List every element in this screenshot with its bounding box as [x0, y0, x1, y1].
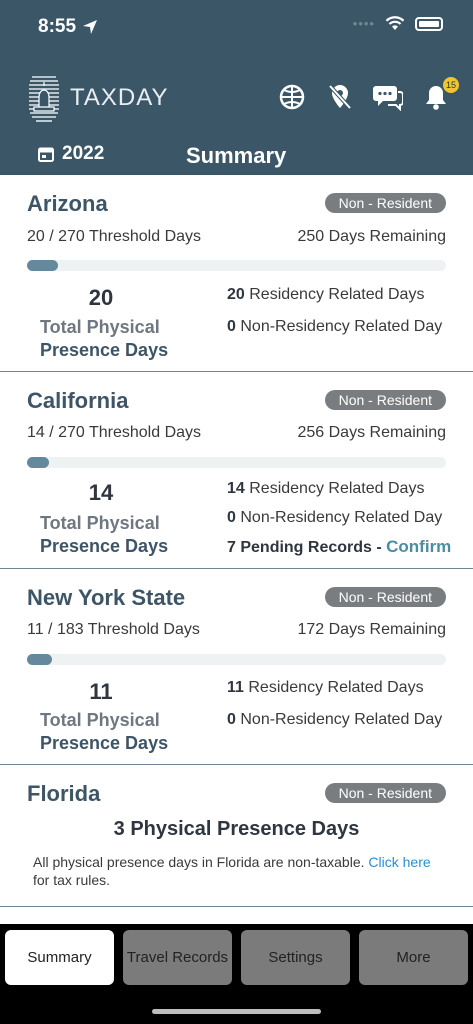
state-card-florida[interactable]: Florida Non - Resident 3 Physical Presen… [0, 765, 473, 907]
tax-rules-link[interactable]: Click here [368, 854, 430, 870]
residency-status-badge: Non - Resident [324, 587, 446, 607]
tab-settings[interactable]: Settings [241, 930, 350, 985]
total-label-line2: Presence Days [40, 340, 169, 360]
location-off-button[interactable] [325, 82, 355, 112]
tab-travel-records[interactable]: Travel Records [123, 930, 232, 985]
physical-presence-count: 3 [113, 818, 125, 840]
state-name: Arizona [27, 191, 108, 216]
status-bar-time: 8:55 [38, 16, 98, 38]
non-residency-days: 0 Non-Residency Related Day [227, 711, 443, 728]
year-label: 2022 [62, 143, 105, 164]
pending-records: 7 Pending Records - Confirm [227, 537, 452, 556]
page-title: Summary [186, 143, 287, 168]
threshold-progress-bar [27, 260, 446, 271]
header-actions: 15 [277, 77, 459, 112]
calendar-icon [38, 147, 54, 162]
residency-status-badge: Non - Resident [324, 390, 446, 410]
state-card-arizona[interactable]: Arizona Non - Resident 20 / 270 Threshol… [0, 175, 473, 372]
residency-status-badge: Non - Resident [324, 783, 446, 803]
status-bar-right: •••• [353, 16, 443, 31]
total-label-line2: Presence Days [40, 536, 169, 556]
state-name: New York State [27, 585, 186, 610]
total-label-line1: Total Physical [40, 710, 160, 730]
summary-list: Arizona Non - Resident 20 / 270 Threshol… [0, 175, 473, 907]
days-remaining: 172 Days Remaining [297, 621, 446, 638]
battery-icon [415, 16, 443, 31]
total-label-line1: Total Physical [40, 317, 160, 337]
physical-presence-label: Physical Presence Days [130, 818, 360, 840]
days-remaining: 256 Days Remaining [297, 424, 446, 441]
threshold-days: 20 / 270 Threshold Days [27, 228, 202, 245]
florida-tax-note: All physical presence days in Florida ar… [33, 854, 431, 888]
threshold-progress-bar [27, 457, 446, 468]
total-days-count: 20 [88, 285, 114, 310]
total-days-count: 11 [89, 679, 113, 704]
state-name: Florida [27, 781, 101, 806]
year-selector[interactable]: 2022 [38, 143, 104, 165]
threshold-progress-fill [27, 654, 53, 665]
app-logo: TAXDAY [28, 73, 168, 123]
home-indicator [152, 1009, 321, 1014]
cellular-signal-icon: •••• [352, 16, 375, 31]
total-label-line2: Presence Days [40, 733, 169, 753]
non-residency-days: 0 Non-Residency Related Day [227, 318, 443, 335]
globe-icon [279, 84, 305, 110]
chat-bubbles-icon [373, 86, 403, 111]
residency-days: 14 Residency Related Days [227, 480, 425, 497]
non-residency-days: 0 Non-Residency Related Day [227, 509, 443, 526]
total-label-line1: Total Physical [40, 513, 160, 533]
app-header: 8:55 •••• TAXDAY 15 2022 Summary [0, 0, 473, 175]
tab-summary[interactable]: Summary [5, 930, 114, 985]
residency-days: 20 Residency Related Days [227, 286, 425, 303]
total-days-count: 14 [88, 480, 114, 505]
confirm-link[interactable]: Confirm [386, 537, 451, 556]
residency-days: 11 Residency Related Days [227, 679, 424, 696]
physical-presence-summary: 3 Physical Presence Days [0, 818, 473, 841]
residency-status-badge: Non - Resident [324, 193, 446, 213]
wifi-icon [385, 16, 405, 30]
location-off-icon [328, 84, 352, 110]
days-remaining: 250 Days Remaining [297, 228, 446, 245]
state-card-new-york[interactable]: New York State Non - Resident 11 / 183 T… [0, 569, 473, 765]
state-name: California [27, 388, 129, 413]
chat-button[interactable] [373, 82, 403, 112]
logo-text: TAXDAY [70, 84, 169, 111]
threshold-days: 11 / 183 Threshold Days [27, 621, 200, 638]
threshold-progress-fill [27, 260, 58, 271]
notification-badge: 15 [443, 77, 459, 93]
threshold-progress-bar [27, 654, 446, 665]
tab-more[interactable]: More [359, 930, 468, 985]
location-arrow-icon [83, 20, 98, 34]
globe-button[interactable] [277, 82, 307, 112]
bottom-tab-bar: Summary Travel Records Settings More [0, 924, 473, 1024]
capitol-logo-icon [29, 76, 59, 122]
notifications-button[interactable]: 15 [421, 77, 459, 112]
threshold-progress-fill [27, 457, 49, 468]
state-card-california[interactable]: California Non - Resident 14 / 270 Thres… [0, 372, 473, 569]
threshold-days: 14 / 270 Threshold Days [27, 424, 202, 441]
